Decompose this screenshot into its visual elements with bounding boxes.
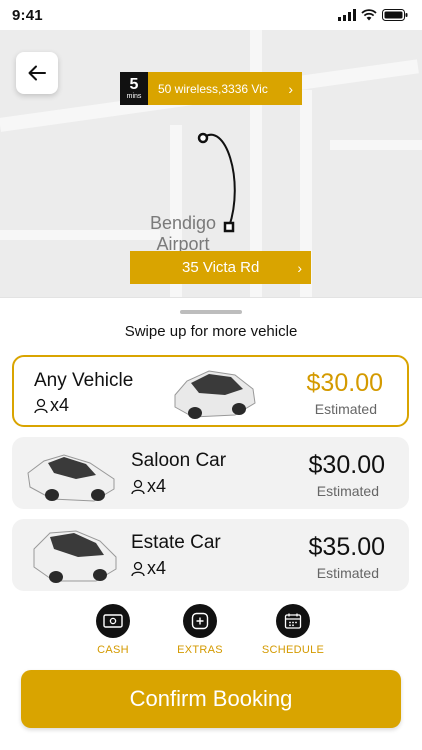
landmark-line: Bendigo xyxy=(150,213,217,233)
person-icon xyxy=(131,561,145,576)
vehicle-price: $30.00 xyxy=(308,451,385,479)
battery-icon xyxy=(382,9,408,21)
option-label: SCHEDULE xyxy=(261,644,325,656)
vehicle-name: Saloon Car xyxy=(131,450,227,471)
calendar-icon xyxy=(276,604,310,638)
price-note: Estimated xyxy=(316,565,379,581)
option-label: CASH xyxy=(97,644,129,656)
pickup-address: 50 wireless,3336 Vic xyxy=(158,81,268,96)
vehicle-option-saloon[interactable]: Saloon Car x4 $30.00 Estimated xyxy=(12,437,409,509)
vehicle-price: $35.00 xyxy=(308,533,385,561)
vehicle-name: Any Vehicle xyxy=(34,370,134,391)
pickup-location-pill[interactable]: 5 mins 50 wireless,3336 Vic › xyxy=(120,72,302,105)
wifi-icon xyxy=(361,9,377,21)
confirm-booking-button[interactable]: Confirm Booking xyxy=(21,670,401,728)
chevron-right-icon: › xyxy=(297,259,302,276)
vehicle-price: $30.00 xyxy=(306,369,383,397)
vehicle-seats: x4 xyxy=(34,395,69,416)
landmark-label: Bendigo Airport xyxy=(150,213,216,255)
price-note: Estimated xyxy=(316,483,379,499)
vehicle-seats-count: x4 xyxy=(147,558,167,578)
eta-unit: mins xyxy=(126,92,142,100)
start-marker xyxy=(197,132,209,144)
vehicle-option-any[interactable]: Any Vehicle x4 $30.00 Estimated xyxy=(12,355,409,427)
estate-car-image xyxy=(33,530,117,583)
status-bar: 9:41 xyxy=(0,0,422,30)
schedule-option[interactable]: SCHEDULE xyxy=(253,604,333,656)
signal-icon xyxy=(338,9,356,21)
swipe-hint: Swipe up for more vehicle xyxy=(124,323,298,340)
vehicle-name: Estate Car xyxy=(131,532,221,553)
back-button[interactable] xyxy=(16,52,58,94)
arrow-left-icon xyxy=(28,65,46,81)
end-marker xyxy=(223,221,235,233)
dropoff-address: 35 Victa Rd xyxy=(182,259,260,276)
vehicle-seats: x4 xyxy=(131,558,166,579)
status-icons xyxy=(338,9,408,21)
option-label: EXTRAS xyxy=(177,644,223,656)
plus-icon xyxy=(183,604,217,638)
person-icon xyxy=(131,479,145,494)
eta-value: 5 xyxy=(129,75,139,93)
vehicle-seats-count: x4 xyxy=(50,395,70,415)
price-note: Estimated xyxy=(314,401,377,417)
sedan-car-image xyxy=(174,370,256,419)
dropoff-location-pill[interactable]: 35 Victa Rd › xyxy=(130,251,311,284)
chevron-right-icon: › xyxy=(288,80,293,97)
vehicle-option-estate[interactable]: Estate Car x4 $35.00 Estimated xyxy=(12,519,409,591)
payment-cash-option[interactable]: CASH xyxy=(73,604,153,656)
saloon-car-image xyxy=(27,454,115,502)
cash-icon xyxy=(96,604,130,638)
vehicle-seats: x4 xyxy=(131,476,166,497)
extras-option[interactable]: EXTRAS xyxy=(160,604,240,656)
status-time: 9:41 xyxy=(12,7,43,24)
sheet-drag-handle[interactable] xyxy=(180,310,242,314)
vehicle-seats-count: x4 xyxy=(147,476,167,496)
eta-badge: 5 mins xyxy=(120,72,148,105)
person-icon xyxy=(34,398,48,413)
